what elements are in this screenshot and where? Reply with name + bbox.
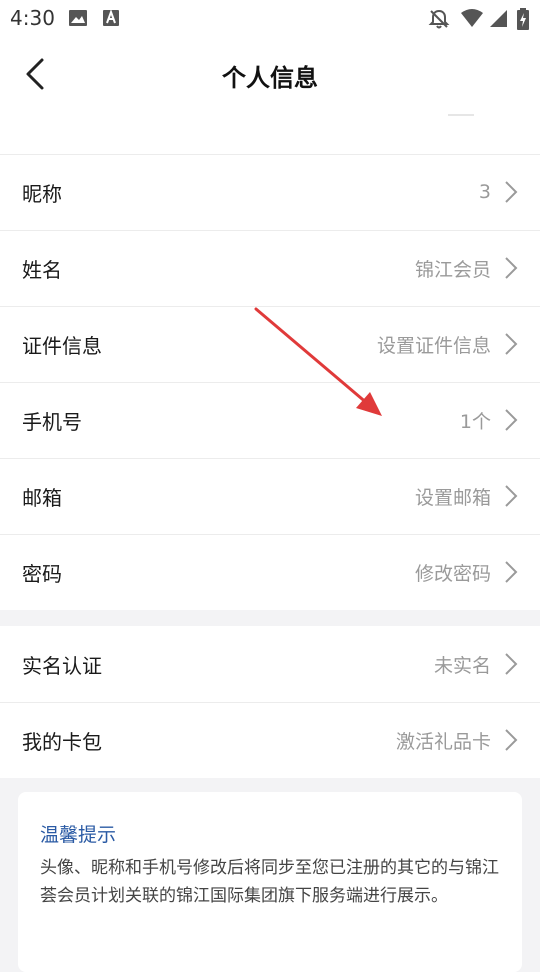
chevron-right-icon (505, 181, 518, 203)
row-password[interactable]: 密码 修改密码 (0, 534, 540, 610)
row-value: 激活礼品卡 (395, 730, 491, 753)
row-label: 证件信息 (22, 333, 102, 358)
battery-charging-icon (516, 8, 530, 34)
app-header: 个人信息 (0, 36, 540, 114)
row-label: 实名认证 (22, 653, 102, 678)
row-value: 修改密码 (414, 562, 491, 585)
row-value: 3 (478, 181, 491, 203)
row-label: 昵称 (22, 181, 62, 206)
page-title: 个人信息 (222, 64, 318, 92)
row-nickname[interactable]: 昵称 3 (0, 154, 540, 230)
chevron-right-icon (505, 561, 518, 583)
chevron-right-icon (505, 653, 518, 675)
status-time: 4:30 (10, 6, 55, 30)
chevron-right-icon (505, 257, 518, 279)
divider (448, 114, 474, 116)
signal-icon (488, 8, 508, 32)
account-settings-list: 实名认证 未实名 我的卡包 激活礼品卡 (0, 626, 540, 778)
row-label: 邮箱 (22, 485, 62, 510)
chevron-right-icon (505, 333, 518, 355)
row-value: 设置证件信息 (376, 334, 491, 357)
profile-settings-list: 昵称 3 姓名 锦江会员 证件信息 设置证件信息 手机号 1个 邮箱 设置邮箱 … (0, 154, 540, 610)
tip-body: 头像、昵称和手机号修改后将同步至您已注册的其它的与锦江荟会员计划关联的锦江国际集… (40, 858, 499, 906)
chevron-right-icon (505, 409, 518, 431)
text-a-icon (102, 8, 120, 32)
row-label: 手机号 (22, 409, 82, 434)
tip-title: 温馨提示 (40, 824, 117, 846)
row-value: 锦江会员 (414, 258, 491, 281)
tip-card: 温馨提示 头像、昵称和手机号修改后将同步至您已注册的其它的与锦江荟会员计划关联的… (18, 792, 522, 972)
row-name[interactable]: 姓名 锦江会员 (0, 230, 540, 306)
row-email[interactable]: 邮箱 设置邮箱 (0, 458, 540, 534)
chevron-right-icon (505, 485, 518, 507)
row-label: 密码 (22, 561, 62, 586)
avatar-row-remnant (0, 114, 540, 154)
row-value: 未实名 (433, 654, 491, 677)
row-real-name-auth[interactable]: 实名认证 未实名 (0, 626, 540, 702)
wifi-icon (460, 8, 484, 32)
row-value: 设置邮箱 (414, 486, 491, 509)
chevron-right-icon (505, 729, 518, 751)
row-label: 我的卡包 (22, 729, 102, 754)
row-label: 姓名 (22, 257, 62, 282)
row-phone[interactable]: 手机号 1个 (0, 382, 540, 458)
row-id-info[interactable]: 证件信息 设置证件信息 (0, 306, 540, 382)
row-value: 1个 (459, 410, 491, 433)
image-icon (68, 8, 88, 32)
status-bar: 4:30 (0, 0, 540, 36)
bell-off-icon (428, 8, 450, 34)
row-card-wallet[interactable]: 我的卡包 激活礼品卡 (0, 702, 540, 778)
